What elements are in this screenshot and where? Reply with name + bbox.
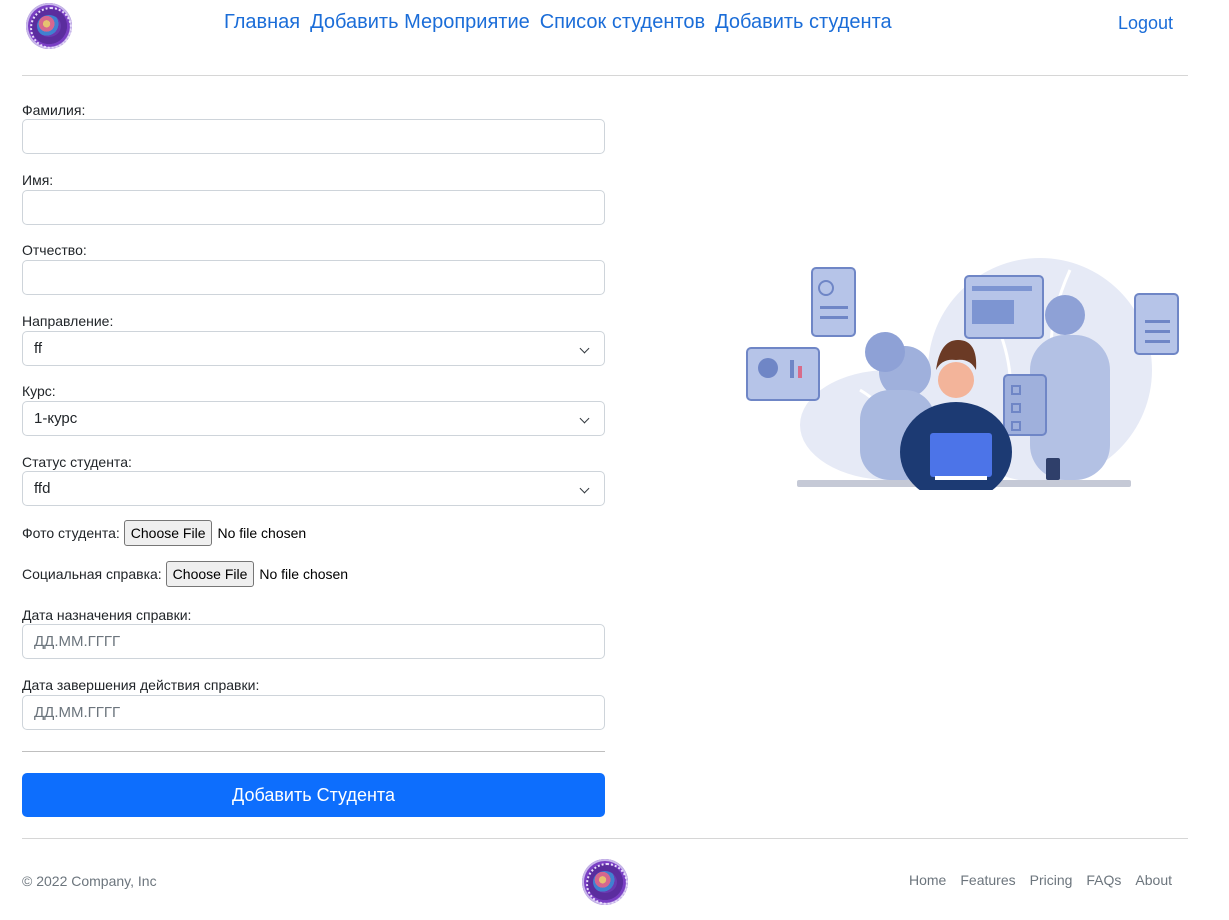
logout-link[interactable]: Logout bbox=[1118, 11, 1173, 35]
social-file-row: Социальная справка: Choose File No file … bbox=[22, 561, 348, 587]
social-choose-file-button[interactable]: Choose File bbox=[165, 561, 255, 587]
footer-link-about[interactable]: About bbox=[1135, 871, 1172, 889]
photo-file-status: No file chosen bbox=[217, 525, 307, 541]
footer-link-home[interactable]: Home bbox=[909, 871, 946, 889]
copyright-text: © 2022 Company, Inc bbox=[22, 873, 157, 889]
nav-link-home[interactable]: Главная bbox=[224, 9, 300, 35]
patronymic-input[interactable] bbox=[22, 260, 605, 295]
footer-divider bbox=[22, 838, 1188, 839]
add-student-button[interactable]: Добавить Студента bbox=[22, 773, 605, 817]
start-date-input[interactable]: ДД.ММ.ГГГГ bbox=[22, 624, 605, 659]
footer-nav: Home Features Pricing FAQs About bbox=[909, 871, 1172, 889]
patronymic-label: Отчество: bbox=[22, 242, 87, 258]
logo-icon[interactable] bbox=[26, 3, 72, 49]
direction-selected-value: ff bbox=[34, 340, 43, 357]
social-file-status: No file chosen bbox=[259, 566, 349, 582]
photo-label: Фото студента: bbox=[22, 525, 120, 541]
main-nav: Главная Добавить Мероприятие Список студ… bbox=[224, 9, 892, 35]
nav-link-student-list[interactable]: Список студентов bbox=[540, 9, 705, 35]
header-divider bbox=[22, 75, 1188, 76]
end-date-label: Дата завершения действия справки: bbox=[22, 677, 260, 693]
team-illustration-svg bbox=[746, 258, 1179, 502]
footer-link-faqs[interactable]: FAQs bbox=[1086, 871, 1121, 889]
course-label: Курс: bbox=[22, 383, 56, 399]
nav-link-add-event[interactable]: Добавить Мероприятие bbox=[310, 9, 530, 35]
form-divider bbox=[22, 751, 605, 752]
end-date-input[interactable]: ДД.ММ.ГГГГ bbox=[22, 695, 605, 730]
start-date-label: Дата назначения справки: bbox=[22, 607, 192, 623]
direction-label: Направление: bbox=[22, 313, 114, 329]
status-selected-value: ffd bbox=[34, 480, 51, 497]
social-certificate-label: Социальная справка: bbox=[22, 566, 162, 582]
footer-link-features[interactable]: Features bbox=[960, 871, 1015, 889]
footer-link-pricing[interactable]: Pricing bbox=[1030, 871, 1073, 889]
last-name-input[interactable] bbox=[22, 119, 605, 154]
status-select[interactable]: ffd bbox=[22, 471, 605, 506]
nav-link-add-student[interactable]: Добавить студента bbox=[715, 9, 892, 35]
course-selected-value: 1-курс bbox=[34, 410, 78, 427]
footer-logo-icon[interactable] bbox=[582, 859, 628, 905]
course-select[interactable]: 1-курс bbox=[22, 401, 605, 436]
photo-file-row: Фото студента: Choose File No file chose… bbox=[22, 520, 306, 546]
team-working-illustration bbox=[740, 240, 1185, 502]
first-name-label: Имя: bbox=[22, 172, 54, 188]
last-name-label: Фамилия: bbox=[22, 102, 86, 118]
header: Главная Добавить Мероприятие Список студ… bbox=[0, 0, 1229, 76]
status-label: Статус студента: bbox=[22, 454, 132, 470]
photo-choose-file-button[interactable]: Choose File bbox=[123, 520, 213, 546]
direction-select[interactable]: ff bbox=[22, 331, 605, 366]
first-name-input[interactable] bbox=[22, 190, 605, 225]
